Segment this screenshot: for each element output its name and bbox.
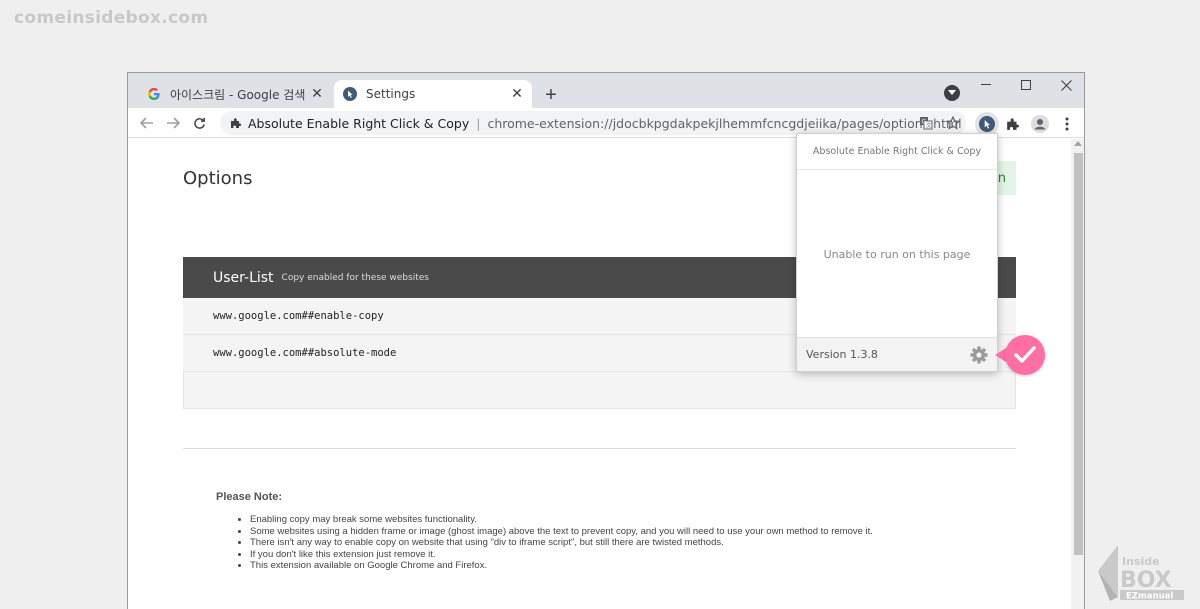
puzzle-icon	[230, 117, 242, 129]
tab-search-icon[interactable]	[944, 85, 960, 101]
tab-title: 아이스크림 - Google 검색	[170, 87, 306, 102]
separator: |	[476, 115, 481, 131]
watermark-site-text: comeinsidebox.com	[14, 8, 209, 28]
popup-message: Unable to run on this page	[823, 247, 971, 261]
svg-text:Inside: Inside	[1122, 555, 1160, 568]
new-tab-button[interactable]: +	[538, 82, 564, 108]
back-button[interactable]	[136, 112, 158, 134]
check-icon	[1005, 335, 1045, 375]
version-text: Version 1.3.8	[806, 348, 878, 361]
extension-cursor-icon	[342, 86, 358, 102]
note-item: Some websites using a hidden frame or im…	[250, 526, 956, 538]
tab-strip: 아이스크림 - Google 검색 ✕ Settings ✕ +	[128, 73, 1084, 108]
reload-button[interactable]	[188, 112, 210, 134]
popup-footer: Version 1.3.8	[797, 337, 997, 371]
close-icon[interactable]: ✕	[308, 85, 326, 103]
note-item: If you don't like this extension just re…	[250, 549, 956, 561]
divider	[183, 448, 1016, 449]
google-g-icon	[146, 86, 162, 102]
scroll-thumb[interactable]	[1074, 153, 1083, 555]
tab-title: Settings	[366, 87, 416, 101]
svg-text:文: 文	[926, 122, 932, 130]
extensions-puzzle-icon[interactable]	[1001, 112, 1025, 136]
new-entry-row[interactable]	[183, 372, 1016, 409]
please-note: Please Note: Enabling copy may break som…	[216, 491, 956, 572]
popup-title: Absolute Enable Right Click & Copy	[797, 134, 997, 170]
svg-text:EZmanual: EZmanual	[1126, 592, 1173, 602]
note-item: There isn't any way to enable copy on we…	[250, 537, 956, 549]
url-text: chrome-extension://jdocbkpgdakpekjlhemmf…	[487, 115, 962, 131]
tab-settings[interactable]: Settings ✕	[334, 80, 532, 108]
close-window-button[interactable]	[1046, 73, 1084, 97]
close-icon[interactable]: ✕	[508, 85, 526, 103]
extension-name-text: Absolute Enable Right Click & Copy	[248, 115, 470, 131]
star-icon[interactable]	[942, 112, 964, 134]
forward-button[interactable]	[162, 112, 184, 134]
scrollbar[interactable]	[1071, 139, 1084, 609]
svg-text:BOX: BOX	[1120, 568, 1172, 593]
profile-avatar-icon[interactable]	[1028, 112, 1052, 136]
note-title: Please Note:	[216, 491, 283, 503]
translate-icon[interactable]: G文	[915, 112, 937, 134]
more-menu-icon[interactable]	[1055, 112, 1079, 136]
note-list: Enabling copy may break some websites fu…	[216, 514, 956, 572]
note-item: Enabling copy may break some websites fu…	[250, 514, 956, 526]
maximize-button[interactable]	[1006, 73, 1046, 97]
gear-icon[interactable]	[969, 345, 989, 365]
extension-popup: Absolute Enable Right Click & Copy Unabl…	[796, 133, 998, 372]
user-list-subtitle: Copy enabled for these websites	[281, 272, 429, 283]
page-title: Options	[183, 168, 253, 189]
user-list-title: User-List	[213, 269, 274, 286]
address-bar[interactable]: Absolute Enable Right Click & Copy | chr…	[220, 111, 966, 135]
tab-google-search[interactable]: 아이스크림 - Google 검색 ✕	[136, 80, 332, 108]
note-item: This extension available on Google Chrom…	[250, 560, 956, 572]
scroll-up-icon[interactable]	[1074, 141, 1082, 146]
insidebox-logo: Inside BOX EZmanual	[1096, 541, 1186, 603]
minimize-button[interactable]	[966, 73, 1006, 97]
